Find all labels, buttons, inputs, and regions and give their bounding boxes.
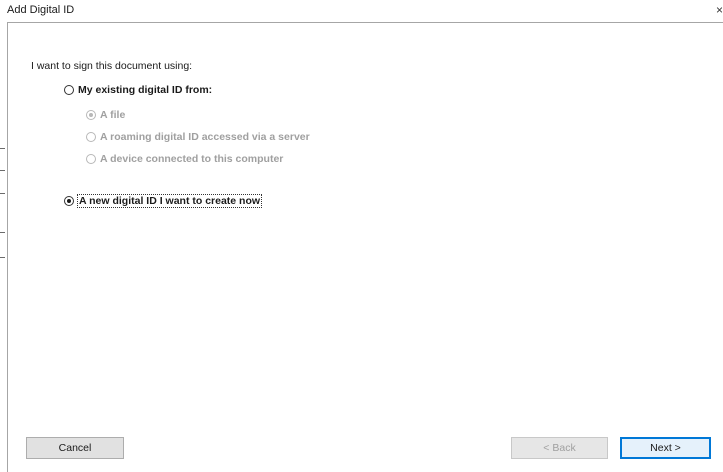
- existing-digital-id-option[interactable]: My existing digital ID from:: [64, 84, 212, 96]
- new-digital-id-label: A new digital ID I want to create now: [76, 194, 263, 208]
- new-digital-id-option[interactable]: A new digital ID I want to create now: [64, 194, 263, 208]
- existing-digital-id-label: My existing digital ID from:: [78, 84, 213, 96]
- left-edge-mark: [0, 232, 5, 233]
- close-icon[interactable]: ×: [716, 3, 723, 17]
- file-radio: [86, 110, 96, 120]
- left-edge-mark: [0, 257, 5, 258]
- file-label: A file: [100, 109, 126, 121]
- device-radio: [86, 154, 96, 164]
- back-button[interactable]: < Back: [511, 437, 608, 459]
- existing-digital-id-radio[interactable]: [64, 85, 74, 95]
- title-bar: Add Digital ID ×: [0, 0, 723, 22]
- add-digital-id-dialog: Add Digital ID × I want to sign this doc…: [0, 0, 723, 472]
- sub-option-roaming: A roaming digital ID accessed via a serv…: [86, 131, 310, 143]
- left-edge-mark: [0, 193, 5, 194]
- intro-label: I want to sign this document using:: [31, 60, 193, 72]
- next-button[interactable]: Next >: [620, 437, 711, 459]
- left-edge-mark: [0, 148, 5, 149]
- roaming-label: A roaming digital ID accessed via a serv…: [100, 131, 310, 143]
- device-label: A device connected to this computer: [100, 153, 284, 165]
- cancel-button[interactable]: Cancel: [26, 437, 124, 459]
- sub-option-file: A file: [86, 109, 125, 121]
- roaming-radio: [86, 132, 96, 142]
- left-edge-mark: [0, 170, 5, 171]
- sub-option-device: A device connected to this computer: [86, 153, 283, 165]
- window-title: Add Digital ID: [7, 4, 75, 16]
- new-digital-id-radio[interactable]: [64, 196, 74, 206]
